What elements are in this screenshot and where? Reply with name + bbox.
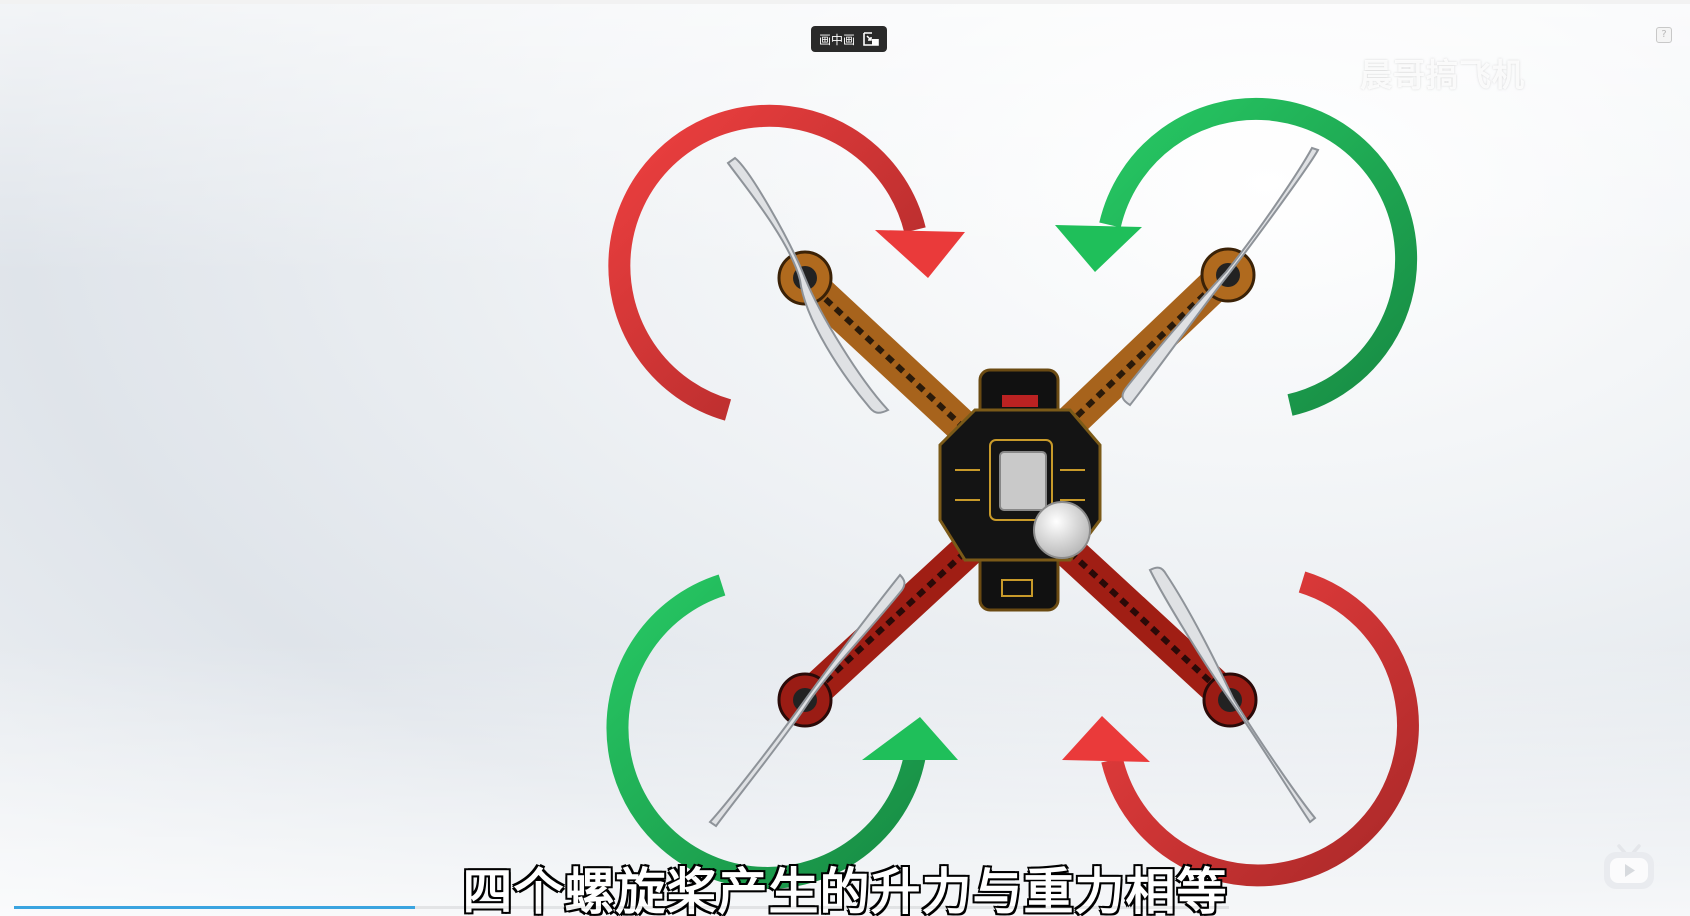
- progress-fill: [14, 906, 415, 909]
- help-icon[interactable]: ?: [1656, 27, 1672, 43]
- channel-watermark: 晨哥搞飞机: [1360, 56, 1526, 94]
- progress-bar[interactable]: [14, 906, 1229, 909]
- pip-label: 画中画: [818, 32, 855, 47]
- bilibili-logo-icon[interactable]: [1601, 842, 1657, 892]
- quadcopter-diagram: [606, 97, 1419, 889]
- rotation-arrow-bottom-right: [1062, 571, 1419, 887]
- picture-in-picture-button[interactable]: 画中画: [811, 26, 887, 52]
- gps-module: [1033, 501, 1091, 559]
- video-player[interactable]: 晨哥搞飞机 画中画 ? 四个螺旋桨产生的升力与重力相等: [0, 0, 1690, 916]
- picture-in-picture-icon: [863, 32, 879, 46]
